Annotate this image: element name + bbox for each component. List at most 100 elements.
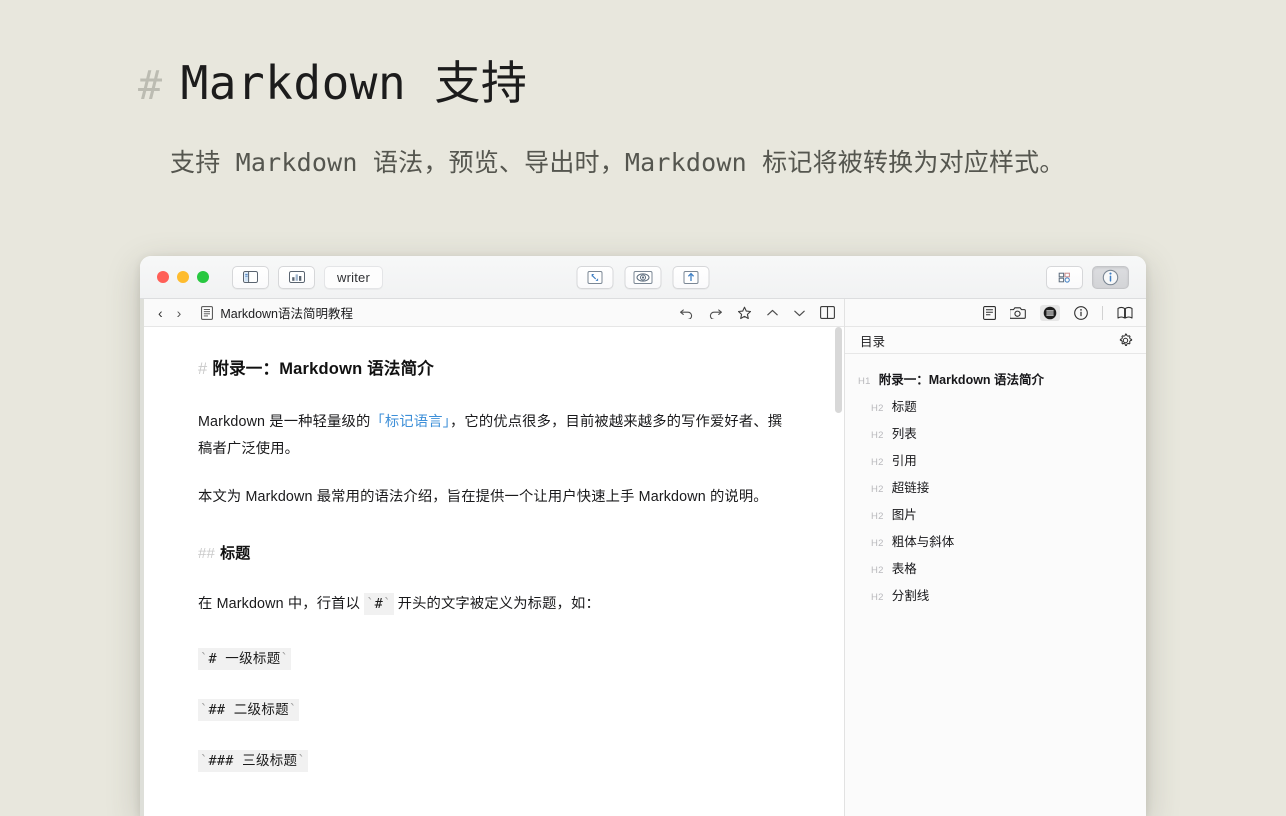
h2-markdown-mark: ## xyxy=(198,544,216,562)
document-icon xyxy=(201,305,214,320)
editor-paragraph-2: 本文为 Markdown 最常用的语法介绍，旨在提供一个让用户快速上手 Mark… xyxy=(198,489,768,506)
backtick-open: ` xyxy=(366,595,375,612)
document-title: Markdown语法简明教程 xyxy=(220,307,354,321)
code-h1-example: `# 一级标题` xyxy=(198,648,291,671)
code-h3-text: ### 三级标题 xyxy=(208,753,298,770)
toc-item[interactable]: H2 列表 xyxy=(845,419,1146,446)
editor-code-line-1: `# 一级标题` xyxy=(198,647,792,671)
minimize-window-button[interactable] xyxy=(177,271,189,283)
star-icon[interactable] xyxy=(737,306,752,320)
export-upload-icon xyxy=(683,270,699,284)
h1-text: 附录一：Markdown 语法简介 xyxy=(212,360,434,378)
mode-writer-button[interactable]: writer xyxy=(324,265,383,289)
toc-item-tag: H1 xyxy=(858,376,871,387)
backtick-close: ` xyxy=(297,753,306,770)
toc-item-tag: H2 xyxy=(871,538,884,549)
toc-list: H1 附录一：Markdown 语法简介 H2 标题 H2 列表 H2 引用 H… xyxy=(845,354,1146,816)
preview-button[interactable] xyxy=(624,265,662,289)
info-circle-icon xyxy=(1102,269,1119,286)
app-window: writer ‹ › Markdown语法简明教程 # 附录一：Markdown… xyxy=(140,256,1146,816)
preview-eye-icon xyxy=(633,270,653,284)
editor-code-line-2: `## 二级标题` xyxy=(198,698,792,722)
code-h2-text: ## 二级标题 xyxy=(208,702,289,719)
toc-item-tag: H2 xyxy=(871,592,884,603)
sidebar-toggle-icon xyxy=(243,271,258,283)
toc-item-label: 附录一：Markdown 语法简介 xyxy=(878,373,1045,387)
toc-item-label: 列表 xyxy=(891,427,917,441)
toc-item-label: 粗体与斜体 xyxy=(891,535,955,549)
toc-item-tag: H2 xyxy=(871,403,884,414)
grid-layout-icon xyxy=(1056,271,1074,284)
paragraph-1-before: Markdown 是一种轻量级的 xyxy=(198,414,371,430)
outline-icon[interactable] xyxy=(1040,304,1060,321)
editor-paragraph-3: 在 Markdown 中，行首以 `#` 开头的文字被定义为标题，如： xyxy=(198,591,792,618)
promo-header: # Markdown 支持 支持 Markdown 语法，预览、导出时，Mark… xyxy=(0,0,1286,179)
titlebar-center-group xyxy=(576,265,710,289)
code-h3-example: `### 三级标题` xyxy=(198,750,308,773)
editor-scrollbar[interactable] xyxy=(835,327,842,413)
toc-item[interactable]: H2 超链接 xyxy=(845,473,1146,500)
forward-button[interactable]: › xyxy=(177,306,182,320)
toolbar-divider xyxy=(1102,305,1103,320)
chevron-up-icon[interactable] xyxy=(766,308,779,318)
toc-item-label: 引用 xyxy=(891,454,917,468)
traffic-lights xyxy=(157,271,209,283)
gear-icon[interactable] xyxy=(1118,333,1133,348)
inspector-toolbar xyxy=(845,299,1146,327)
toc-item-label: 分割线 xyxy=(891,589,930,603)
statistics-icon xyxy=(288,271,305,283)
toc-item[interactable]: H2 粗体与斜体 xyxy=(845,527,1146,554)
toc-title: 目录 xyxy=(860,334,886,349)
toc-item[interactable]: H1 附录一：Markdown 语法简介 xyxy=(845,365,1146,392)
h2-text: 标题 xyxy=(220,544,251,562)
page-title-text: Markdown 支持 xyxy=(180,56,528,110)
editor-code-line-3: `### 三级标题` xyxy=(198,749,792,773)
markup-language-link[interactable]: 「标记语言」 xyxy=(370,414,450,430)
toc-item-label: 超链接 xyxy=(891,481,930,495)
sidebar-toggle-button[interactable] xyxy=(232,265,269,289)
split-panel-icon[interactable] xyxy=(820,306,835,319)
toc-item[interactable]: H2 图片 xyxy=(845,500,1146,527)
toc-item-tag: H2 xyxy=(871,565,884,576)
breadcrumb[interactable]: Markdown语法简明教程 xyxy=(201,303,353,322)
statistics-button[interactable] xyxy=(278,265,315,289)
toc-item[interactable]: H2 表格 xyxy=(845,554,1146,581)
focus-mode-button[interactable] xyxy=(576,265,614,289)
back-button[interactable]: ‹ xyxy=(158,306,163,320)
toc-item-tag: H2 xyxy=(871,484,884,495)
document-toolbar: ‹ › Markdown语法简明教程 xyxy=(144,299,844,327)
h1-markdown-mark: # xyxy=(198,360,208,378)
redo-icon[interactable] xyxy=(708,307,723,319)
inspector-info-button[interactable] xyxy=(1092,265,1129,289)
document-tool-icons xyxy=(679,306,835,320)
info-circle-icon[interactable] xyxy=(1074,305,1088,320)
zoom-window-button[interactable] xyxy=(197,271,209,283)
focus-mode-icon xyxy=(587,270,603,284)
close-window-button[interactable] xyxy=(157,271,169,283)
toc-item[interactable]: H2 标题 xyxy=(845,392,1146,419)
toc-item[interactable]: H2 分割线 xyxy=(845,581,1146,608)
undo-icon[interactable] xyxy=(679,307,694,319)
camera-icon[interactable] xyxy=(1010,306,1026,319)
toc-item-tag: H2 xyxy=(871,511,884,522)
export-button[interactable] xyxy=(672,265,710,289)
code-h2-example: `## 二级标题` xyxy=(198,699,300,722)
editor-content[interactable]: # 附录一：Markdown 语法简介 Markdown 是一种轻量级的「标记语言… xyxy=(144,327,844,816)
map-icon[interactable] xyxy=(1117,306,1133,320)
toc-header: 目录 xyxy=(845,327,1146,354)
editor-heading-1: # 附录一：Markdown 语法简介 xyxy=(198,355,792,379)
grid-layout-button[interactable] xyxy=(1046,265,1083,289)
heading-hash-mark: # xyxy=(138,63,163,109)
paragraph-3-before: 在 Markdown 中，行首以 xyxy=(198,595,365,612)
window-body: ‹ › Markdown语法简明教程 # 附录一：Markdown 语法简介 M… xyxy=(140,299,1146,816)
page-title: # Markdown 支持 xyxy=(138,58,1286,109)
inline-code-hash-text: # xyxy=(374,595,384,612)
note-icon[interactable] xyxy=(983,305,996,320)
paragraph-3-after: 开头的文字被定义为标题，如： xyxy=(393,595,600,612)
chevron-down-icon[interactable] xyxy=(793,308,806,318)
mode-writer-label: writer xyxy=(337,269,370,285)
toc-item-label: 表格 xyxy=(891,562,917,576)
toc-item[interactable]: H2 引用 xyxy=(845,446,1146,473)
editor-paragraph-1: Markdown 是一种轻量级的「标记语言」，它的优点很多，目前被越来越多的写作… xyxy=(198,409,792,462)
toc-item-label: 图片 xyxy=(891,508,917,522)
